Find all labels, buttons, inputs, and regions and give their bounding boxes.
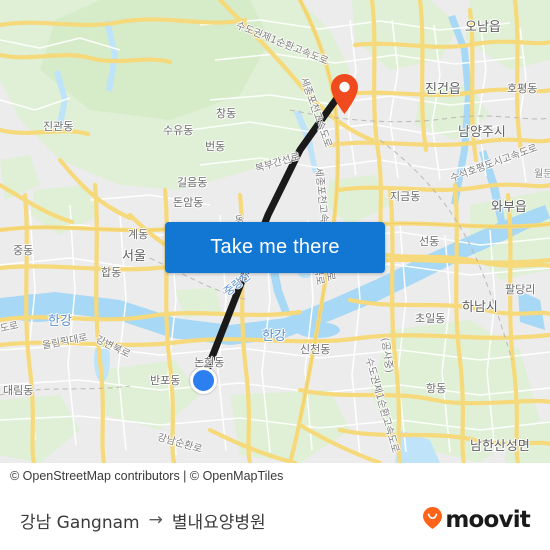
destination-pin-icon[interactable] bbox=[331, 74, 358, 114]
map-attribution: © OpenStreetMap contributors | © OpenMap… bbox=[0, 463, 550, 490]
take-me-there-button[interactable]: Take me there bbox=[165, 222, 385, 273]
moovit-trip-map-card: 오남읍 진건읍 호평동 남양주시 월문 지금동 와부읍 창동 수유동 번동 진관동 길음동 돈암동 계동 서… bbox=[0, 0, 550, 550]
moovit-pin-icon bbox=[423, 506, 443, 534]
trip-destination-label: 별내요양병원 bbox=[171, 512, 266, 533]
trip-summary: 강남 Gangnam → 별내요양병원 bbox=[20, 508, 266, 533]
moovit-wordmark: moovit bbox=[445, 507, 530, 533]
trip-origin-label: 강남 Gangnam bbox=[20, 512, 140, 533]
moovit-logo[interactable]: moovit bbox=[423, 506, 531, 534]
map-canvas[interactable]: 오남읍 진건읍 호평동 남양주시 월문 지금동 와부읍 창동 수유동 번동 진관동 길음동 돈암동 계동 서… bbox=[0, 0, 550, 463]
origin-marker[interactable] bbox=[190, 367, 217, 394]
trip-footer: 강남 Gangnam → 별내요양병원 moovit bbox=[0, 490, 550, 550]
arrow-right-icon: → bbox=[148, 510, 163, 530]
